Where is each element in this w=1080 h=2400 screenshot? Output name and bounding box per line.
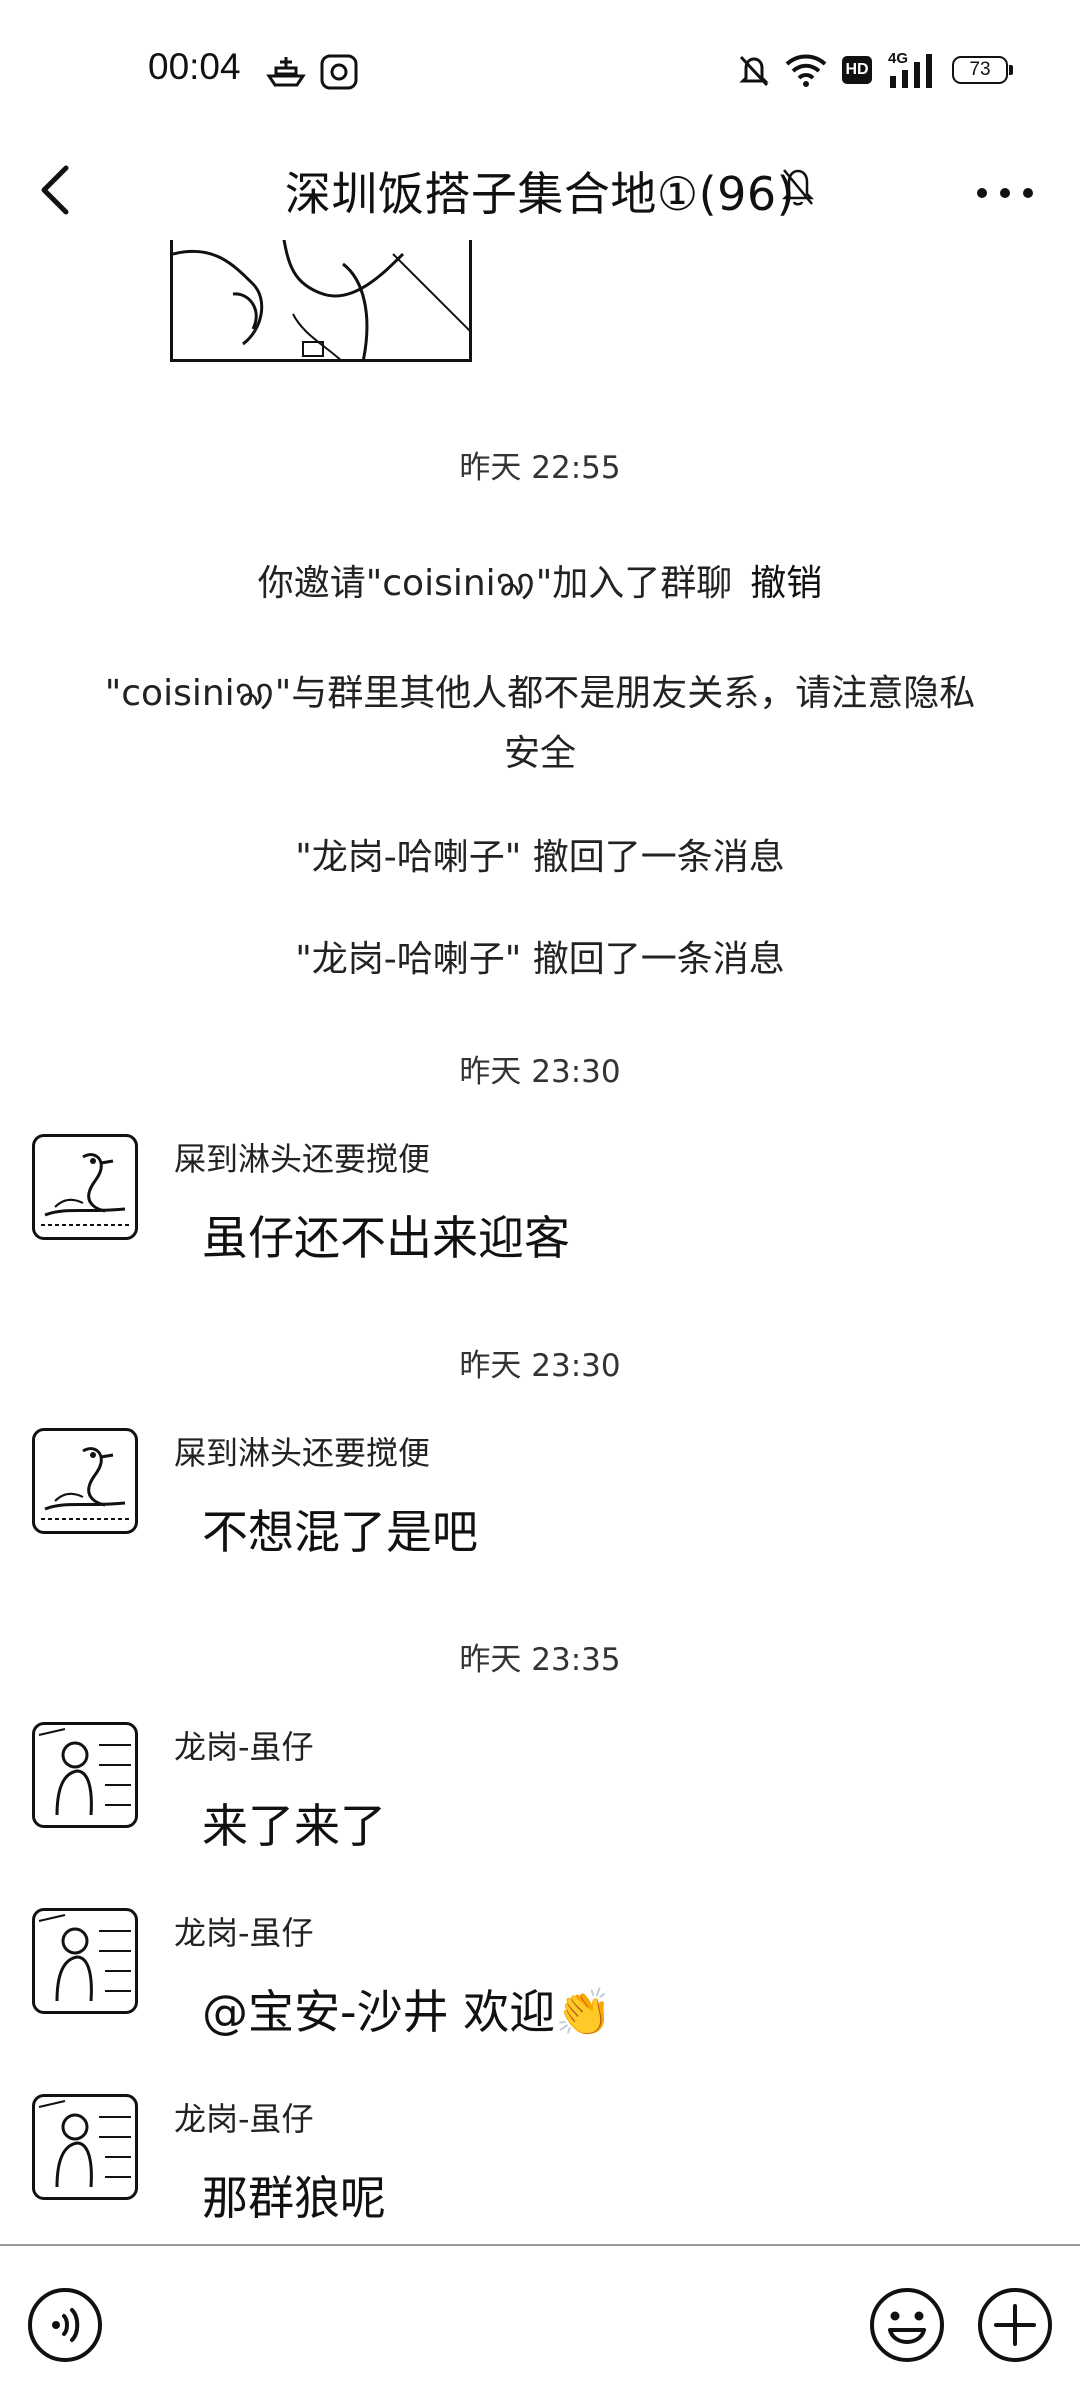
system-privacy-notice: "coisiniꩆ"与群里其他人都不是朋友关系，请注意隐私 安全	[80, 664, 1000, 784]
sender-name: 龙岗-虽仔	[174, 1914, 314, 1952]
revoke-invite-link[interactable]: 撤销	[750, 563, 822, 604]
message-text[interactable]: @宝安-沙井 欢迎👏	[202, 1976, 613, 2042]
group-title[interactable]: 深圳饭搭子集合地①(96)	[0, 158, 1080, 224]
chat-message: 龙岗-虽仔 来了来了	[0, 1722, 1080, 1892]
system-invite-notice: 你邀请"coisiniꩆ"加入了群聊 撤销	[80, 554, 1000, 614]
bird-avatar-image	[41, 1153, 129, 1226]
privacy-line-1: "coisiniꩆ"与群里其他人都不是朋友关系，请注意隐私	[104, 673, 976, 714]
image-message[interactable]	[170, 240, 472, 362]
status-time: 00:04	[148, 46, 241, 87]
chat-header: 深圳饭搭子集合地①(96)	[0, 140, 1080, 240]
emoji-icon[interactable]	[868, 2286, 946, 2364]
timestamp: 昨天 23:30	[459, 1054, 621, 1090]
avatar[interactable]	[32, 1428, 138, 1534]
more-dots-icon[interactable]	[970, 168, 1040, 218]
avatar[interactable]	[32, 1908, 138, 2014]
hd-icon: HD	[842, 56, 872, 84]
chat-message-list[interactable]: 昨天 22:55 你邀请"coisiniꩆ"加入了群聊 撤销 "coisiniꩆ"…	[0, 240, 1080, 2244]
avatar[interactable]	[32, 1134, 138, 1240]
message-text[interactable]: 不想混了是吧	[202, 1496, 478, 1562]
sender-name: 屎到淋头还要搅便	[174, 1434, 431, 1472]
battery-icon: 73	[952, 56, 1013, 84]
camera-app-icon	[320, 54, 358, 90]
person-avatar-image	[38, 1914, 131, 2002]
chat-message: 龙岗-虽仔 @宝安-沙井 欢迎👏	[0, 1908, 1080, 2078]
4g-signal-icon: 4G	[888, 50, 938, 90]
avatar[interactable]	[32, 1722, 138, 1828]
timestamp: 昨天 23:30	[459, 1348, 621, 1384]
bird-avatar-image	[41, 1447, 129, 1520]
battery-level: 73	[969, 59, 991, 80]
message-text[interactable]: 来了来了	[202, 1790, 386, 1856]
sender-name: 龙岗-虽仔	[174, 2100, 314, 2138]
invite-text: 你邀请"coisiniꩆ"加入了群聊	[257, 563, 733, 604]
timestamp: 昨天 23:35	[459, 1642, 621, 1678]
plus-circle-icon[interactable]	[976, 2286, 1054, 2364]
person-avatar-image	[38, 1728, 131, 1816]
sketch-image	[173, 240, 469, 359]
message-text[interactable]: 虽仔还不出来迎客	[202, 1202, 570, 1268]
voice-icon[interactable]	[26, 2286, 104, 2364]
sender-name: 屎到淋头还要搅便	[174, 1140, 431, 1178]
input-bar	[0, 2244, 1080, 2400]
timestamp: 昨天 22:55	[459, 450, 621, 486]
mute-bell-icon	[739, 55, 769, 87]
message-text[interactable]: 那群狼呢	[202, 2162, 386, 2228]
status-bar: 00:04 HD 4G 73	[0, 0, 1080, 140]
chat-message: 屎到淋头还要搅便 虽仔还不出来迎客	[0, 1134, 1080, 1304]
person-avatar-image	[38, 2100, 131, 2188]
chat-message: 龙岗-虽仔 那群狼呢	[0, 2094, 1080, 2244]
privacy-line-2: 安全	[503, 733, 576, 774]
bell-off-icon	[781, 169, 815, 206]
chat-message: 屎到淋头还要搅便 不想混了是吧	[0, 1428, 1080, 1598]
wifi-icon	[785, 54, 827, 87]
recall-notice: "龙岗-哈喇子" 撤回了一条消息	[295, 939, 785, 980]
hd-label: HD	[845, 61, 869, 78]
sender-name: 龙岗-虽仔	[174, 1728, 314, 1766]
avatar[interactable]	[32, 2094, 138, 2200]
recall-notice: "龙岗-哈喇子" 撤回了一条消息	[295, 837, 785, 878]
boat-icon	[266, 57, 306, 87]
